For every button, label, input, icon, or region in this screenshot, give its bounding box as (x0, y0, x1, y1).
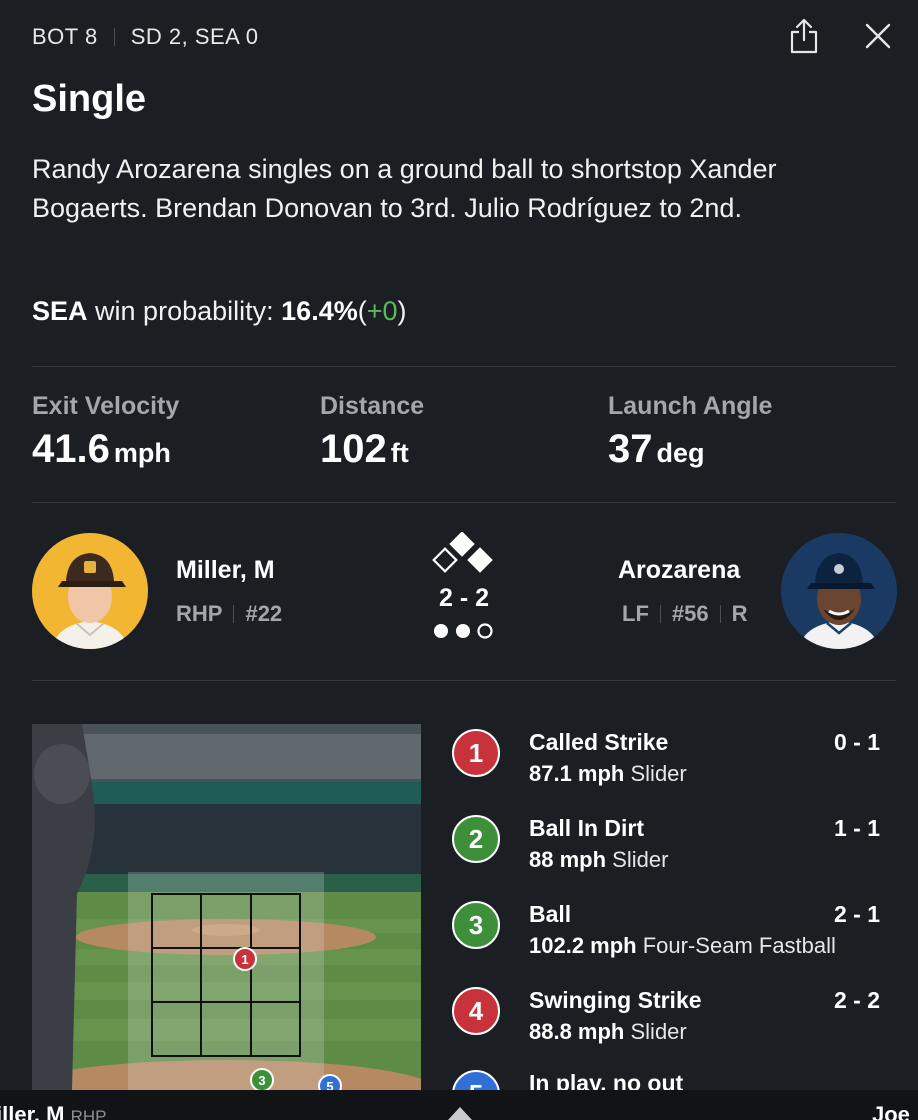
pitch-row[interactable]: 3 Ball 2 - 1 102.2 mph Four-Seam Fastbal… (452, 901, 892, 961)
pitch-speed: 102.2 mph (529, 933, 637, 958)
ball-strike-count: 2 - 2 (438, 584, 490, 612)
score-label: SD 2, SEA 0 (130, 24, 259, 49)
stat-value: 37 (608, 427, 653, 471)
stat-value: 41.6 (32, 427, 110, 471)
out-dot-empty (477, 623, 493, 639)
divider (32, 680, 896, 681)
share-icon[interactable] (782, 14, 826, 58)
svg-text:5: 5 (326, 1079, 333, 1090)
pitch-row[interactable]: 1 Called Strike 0 - 1 87.1 mph Slider (452, 729, 892, 789)
pitch-type: Four-Seam Fastball (642, 933, 836, 958)
win-prob-label: win probability: (95, 296, 274, 326)
pitch-speed: 88.8 mph (529, 1019, 625, 1044)
close-icon[interactable] (856, 14, 900, 58)
stat-distance: Distance 102 ft (320, 392, 424, 472)
bases-diamond (430, 531, 500, 585)
pitch-result: Swinging Strike (529, 987, 702, 1013)
game-situation: BOT 8 SD 2, SEA 0 (32, 24, 258, 50)
win-prob-open-paren: ( (357, 296, 367, 326)
stat-label: Distance (320, 392, 425, 420)
pitcher-number: #22 (245, 601, 283, 626)
batter-bats: R (731, 601, 748, 626)
third-base (432, 547, 458, 573)
pitch-row[interactable]: 5 In play, no out (452, 1070, 892, 1090)
stat-unit: mph (113, 438, 171, 468)
pitch-visualization[interactable]: 1 3 5 (32, 724, 421, 1090)
pitch-speed: 88 mph (529, 847, 607, 872)
pitch-marker-5: 5 (318, 1074, 342, 1090)
pitch-result: Ball In Dirt (529, 815, 645, 841)
divider (233, 605, 235, 623)
mini-batter-name: Joe (872, 1102, 910, 1120)
pitch-number-badge: 1 (452, 729, 500, 777)
second-base (449, 531, 475, 557)
inning-label: BOT 8 (32, 24, 98, 49)
pitch-speed: 87.1 mph (529, 761, 625, 786)
pitcher-name[interactable]: Miller, M (176, 556, 275, 585)
divider (659, 605, 661, 623)
win-prob-close-paren: ) (397, 296, 407, 326)
pitch-number-badge: 5 (452, 1070, 500, 1090)
svg-text:3: 3 (258, 1073, 265, 1088)
pitch-marker-3: 3 (250, 1068, 274, 1090)
win-prob-value: 16.4% (281, 296, 358, 326)
stat-unit: deg (656, 438, 705, 468)
stat-label: Launch Angle (608, 392, 773, 420)
stat-unit: ft (390, 438, 409, 468)
mini-pitcher-hand: RHP (70, 1107, 107, 1120)
out-dot-filled (434, 624, 448, 638)
batter-position: LF (622, 601, 649, 626)
stat-value: 102 (320, 427, 387, 471)
divider (113, 28, 115, 46)
pitcher-meta: RHP #22 (176, 601, 282, 627)
stat-exit-velocity: Exit Velocity 41.6 mph (32, 392, 179, 472)
first-base (467, 547, 493, 573)
pitch-number-badge: 2 (452, 815, 500, 863)
matchup-mini-bar[interactable]: iller, M RHP Joe (0, 1090, 918, 1120)
stat-label: Exit Velocity (32, 392, 180, 420)
win-prob-change: +0 (366, 296, 398, 326)
mini-pitcher-name: iller, M (0, 1102, 65, 1120)
pitch-count: 2 - 1 (833, 901, 880, 927)
pitch-row[interactable]: 2 Ball In Dirt 1 - 1 88 mph Slider (452, 815, 892, 875)
win-prob-team: SEA (32, 296, 88, 326)
batter-number: #56 (671, 601, 709, 626)
pitch-result: Called Strike (529, 729, 669, 755)
batter-meta: LF #56 R (622, 601, 748, 627)
pitch-count: 0 - 1 (833, 729, 880, 755)
svg-text:1: 1 (241, 952, 248, 967)
chevron-up-icon[interactable] (446, 1104, 474, 1120)
pitch-count: 1 - 1 (833, 815, 880, 841)
pitch-type: Slider (630, 761, 687, 786)
pitch-type: Slider (612, 847, 669, 872)
divider (719, 605, 721, 623)
stat-launch-angle: Launch Angle 37 deg (608, 392, 772, 472)
pitch-count: 2 - 2 (833, 987, 880, 1013)
divider (32, 366, 896, 367)
pitch-number-badge: 4 (452, 987, 500, 1035)
pitch-result: Ball (529, 901, 572, 927)
pitch-marker-1: 1 (233, 947, 257, 971)
batter-avatar[interactable] (781, 533, 897, 649)
pitch-result: In play, no out (529, 1070, 684, 1090)
divider (32, 502, 896, 503)
pitch-row[interactable]: 4 Swinging Strike 2 - 2 88.8 mph Slider (452, 987, 892, 1047)
pitcher-avatar[interactable] (32, 533, 148, 649)
pitcher-hand: RHP (176, 601, 223, 626)
pitch-number-badge: 3 (452, 901, 500, 949)
win-probability: SEA win probability: 16.4%(+0) (32, 296, 407, 327)
outs-indicator (430, 621, 500, 646)
pitch-type: Slider (630, 1019, 687, 1044)
play-description: Randy Arozarena singles on a ground ball… (32, 154, 777, 223)
out-dot-filled (456, 624, 470, 638)
batter-name[interactable]: Arozarena (618, 556, 740, 585)
play-title: Single (32, 78, 147, 120)
